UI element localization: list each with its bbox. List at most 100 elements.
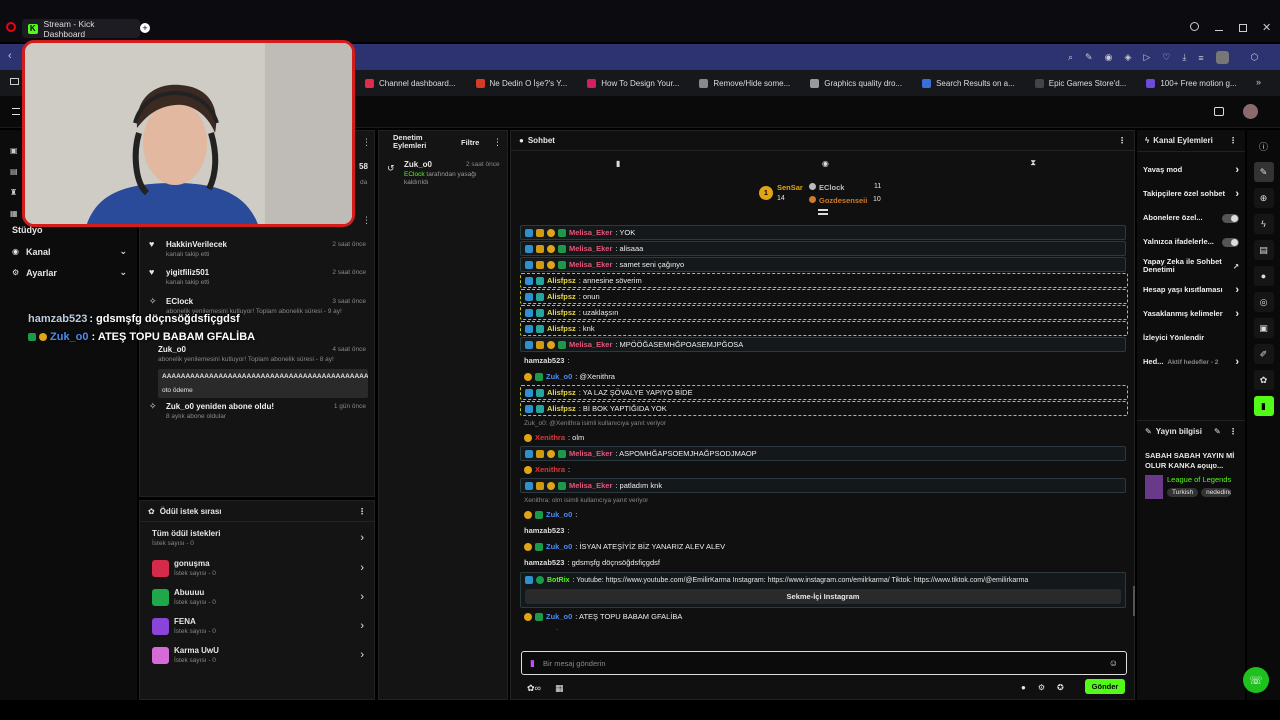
stream-tag[interactable]: nededing (1201, 488, 1232, 497)
chat-username[interactable]: Alisfpsz (547, 276, 576, 285)
home-icon[interactable]: ▤ (10, 161, 20, 182)
channel-action-item[interactable]: Yavaş mod › (1137, 158, 1245, 182)
chat-message[interactable]: Melisa_Eker: MPÖÖĞASEMHĞPOASEMJPĞOSA (520, 337, 1126, 352)
maximize-icon[interactable] (1239, 24, 1247, 32)
chat-message[interactable]: Zuk_o0: @Xenithra (520, 369, 1135, 384)
chat-username[interactable]: Zuk_o0 (546, 510, 572, 519)
chat-message[interactable]: Xenithra: (520, 462, 1135, 477)
chat-username[interactable]: Alisfpsz (547, 292, 576, 301)
chat-username[interactable]: Melisa_Eker (569, 228, 612, 237)
share-icon[interactable]: ✿ (1253, 370, 1274, 390)
chat-message[interactable]: Melisa_Eker: alisaaa (520, 241, 1126, 256)
close-window-icon[interactable]: ✕ (1262, 21, 1271, 34)
bookmark-item[interactable]: Channel dashboard... (365, 78, 456, 88)
chat-message[interactable]: Alisfpsz: knk (520, 321, 1128, 336)
bookmark-item[interactable]: Ne Dedin O İşe?'s Y... (475, 78, 567, 88)
chat-username[interactable]: Alisfpsz (547, 388, 576, 397)
bookmark-item[interactable]: Search Results on a... (922, 78, 1015, 88)
play-icon[interactable]: ▷ (1143, 52, 1150, 63)
chat-username[interactable]: BotRix (547, 577, 570, 584)
broadcast-icon[interactable]: ◎ (1253, 292, 1274, 312)
chat-message[interactable]: Melisa_Eker: patladım knk (520, 478, 1126, 493)
chevron-right-icon[interactable]: › (1235, 308, 1239, 320)
browser-tab[interactable]: K Stream - Kick Dashboard (22, 19, 140, 39)
chat-username[interactable]: hamzab523 (524, 526, 564, 535)
bookmark-item[interactable]: 100+ Free motion g... (1146, 78, 1237, 88)
new-tab-button[interactable]: + (140, 23, 150, 33)
chevron-right-icon[interactable]: › (1235, 188, 1239, 200)
bookmark-item[interactable]: How To Design Your... (587, 78, 679, 88)
extensions-icon[interactable]: ⬡ (1251, 52, 1259, 63)
chat-username[interactable]: Xenithra (535, 465, 565, 474)
scroll-indicator-icon[interactable] (818, 209, 828, 215)
layout-icon[interactable]: ▣ (1253, 318, 1274, 338)
mod-actions-menu-icon[interactable]: ⋮ (493, 137, 502, 148)
microphone-icon[interactable]: ▮ (530, 658, 535, 669)
sidebar-item-settings[interactable]: ⚙ Ayarlar ⌄ (12, 267, 127, 278)
hamburger-menu-icon[interactable] (12, 108, 20, 115)
chat-username[interactable]: Zuk_o0 (546, 372, 572, 381)
layout-icon[interactable] (1214, 107, 1224, 116)
community-icon[interactable]: ▦ (10, 203, 20, 224)
bolt-icon[interactable]: ϟ (1253, 214, 1274, 234)
chat-message[interactable]: Zuk_o0: İSYAN ATEŞİYİZ BİZ YANARIZ ALEV … (520, 539, 1135, 554)
stream-tag[interactable]: Turkish (1167, 488, 1199, 497)
filter-button[interactable]: Filtre (461, 138, 479, 147)
sidebar-item-channel[interactable]: ◉ Kanal ⌄ (12, 246, 127, 257)
store-icon[interactable]: ▦ (555, 683, 564, 694)
chat-message[interactable]: Zuk_o0: ATEŞ TOPU BABAM GFALİBA (520, 609, 1135, 624)
channel-action-item[interactable]: Takipçilere özel sohbet › (1137, 182, 1245, 206)
channel-action-item[interactable]: Hesap yaşı kısıtlaması › (1137, 278, 1245, 302)
kick-app-icon[interactable]: ▮ (1253, 396, 1274, 416)
chat-message[interactable]: Alisfpsz: onun (520, 289, 1128, 304)
chat-message[interactable]: Alisfpsz: YA LAZ ŞÖVALYE YAPIYO BİDE (520, 385, 1128, 400)
support-chat-button[interactable]: ☏ (1243, 667, 1269, 693)
channel-action-item[interactable]: Yapay Zeka ile Sohbet Denetimi ↗ (1137, 254, 1245, 278)
edit-icon[interactable]: ✎ (1085, 52, 1093, 63)
timer-icon[interactable]: ⧗ (1030, 158, 1036, 168)
chevron-right-icon[interactable]: › (1235, 356, 1239, 368)
reward-item[interactable]: gonuşma İstek sayısı - 0 › (152, 559, 364, 577)
channel-action-item[interactable]: Yalnızca ifadelerle... (1137, 230, 1245, 254)
chat-username[interactable]: Xenithra (535, 433, 565, 442)
game-name[interactable]: League of Legends (1167, 475, 1231, 484)
chat-message[interactable]: Zuk_o0: (520, 507, 1135, 522)
settings-icon[interactable]: ⚙ (1038, 683, 1045, 692)
toggle-switch[interactable] (1222, 213, 1239, 223)
pin-icon[interactable]: ▮ (616, 159, 620, 168)
activity-list-menu-icon[interactable]: ⋮ (362, 215, 371, 226)
download-icon[interactable]: ⤓ (1182, 52, 1186, 63)
panel-menu-icon[interactable]: ⋮ (1229, 427, 1237, 436)
chat-username[interactable]: Zuk_o0 (546, 612, 572, 621)
chat-message[interactable]: Xenithra: olm (520, 430, 1135, 445)
points-icon[interactable]: ✿∞ (527, 683, 541, 694)
chat-message[interactable]: Alisfpsz: Bİ BOK YAPTIĞIDA YOK (520, 401, 1128, 416)
channel-action-item[interactable]: Abonelere özel... (1137, 206, 1245, 230)
chat-input[interactable]: ▮ Bir mesaj gönderin ☺ (521, 651, 1127, 675)
chat-username[interactable]: Melisa_Eker (569, 340, 612, 349)
chat-username[interactable]: Zuk_o0 (546, 542, 572, 551)
info-icon[interactable]: ⓘ (1254, 136, 1274, 156)
panel-menu-icon[interactable]: ⋮ (1229, 136, 1237, 145)
gift-icon[interactable]: ✪ (1057, 683, 1064, 692)
message-icon[interactable]: ◉ (822, 159, 829, 168)
profile-icon[interactable] (1215, 51, 1229, 64)
trophy-icon[interactable]: ♜ (10, 182, 20, 203)
search-tabs-icon[interactable] (1190, 22, 1199, 31)
chevron-right-icon[interactable]: › (1235, 164, 1239, 176)
chat-username[interactable]: Alisfpsz (547, 308, 576, 317)
reward-item[interactable]: FENA İstek sayısı - 0 › (152, 617, 364, 635)
reward-item[interactable]: Karma UwU İstek sayısı - 0 › (152, 646, 364, 664)
target-icon[interactable]: ⊕ (1253, 188, 1274, 208)
shield-icon[interactable]: ◈ (1124, 52, 1131, 63)
chat-username[interactable]: Melisa_Eker (569, 244, 612, 253)
chat-menu-icon[interactable]: ⋮ (1118, 136, 1126, 145)
chat-message[interactable]: Melisa_Eker: YOK (520, 225, 1126, 240)
chat-username[interactable]: Alisfpsz (547, 324, 576, 333)
send-button[interactable]: Gönder (1085, 679, 1125, 694)
chat-message[interactable]: hamzab523: (520, 353, 1135, 368)
channel-action-item[interactable]: Yasaklanmış kelimeler › (1137, 302, 1245, 326)
bookmark-item[interactable]: Graphics quality dro... (810, 78, 902, 88)
pencil-icon[interactable]: ✎ (1253, 162, 1274, 182)
reward-item[interactable]: Abuuuu İstek sayısı - 0 › (152, 588, 364, 606)
